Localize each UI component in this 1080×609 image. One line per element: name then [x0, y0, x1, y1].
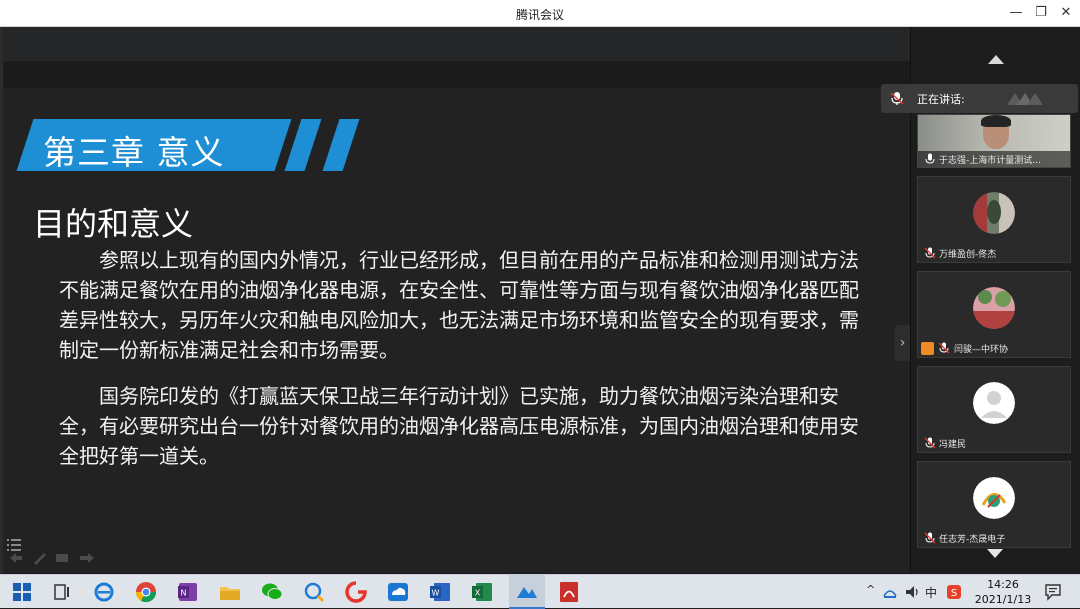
chapter-title: 第三章 意义	[43, 133, 225, 172]
title-bar: 腾讯会议 — ❐ ✕	[0, 0, 1080, 27]
svg-text:W: W	[432, 589, 440, 598]
onenote-icon[interactable]: N	[176, 580, 200, 604]
file-explorer-icon[interactable]	[218, 580, 242, 604]
participant-name: 万维盈创-佟杰	[939, 250, 997, 260]
tencent-meeting-watermark-icon	[1007, 93, 1043, 105]
participant-name: 于志强-上海市计量测试...	[939, 156, 1041, 166]
slide-paragraph-1: 参照以上现有的国内外情况，行业已经形成，但目前在用的产品标准和检测用测试方法不能…	[59, 248, 859, 362]
slide-tools-icon[interactable]	[8, 551, 98, 565]
windows-taskbar: N W X ^ 中 S 14:26 2021/1/13	[0, 574, 1080, 609]
microphone-icon	[925, 153, 935, 164]
speaker-icon[interactable]	[904, 584, 920, 600]
participant-name: 冯建民	[939, 440, 967, 450]
cloud-drive-icon[interactable]	[386, 580, 410, 604]
default-avatar-icon	[973, 382, 1015, 424]
excel-icon[interactable]: X	[470, 580, 494, 604]
svg-text:S: S	[951, 588, 957, 599]
host-badge-icon	[921, 342, 934, 355]
participant-tile[interactable]: 闫骏—中环协	[917, 271, 1071, 358]
speaking-label: 正在讲话:	[917, 93, 965, 106]
slide-paragraph-2: 国务院印发的《打赢蓝天保卫战三年行动计划》已实施，助力餐饮油烟污染治理和安全，有…	[59, 384, 859, 468]
task-view-icon[interactable]	[50, 580, 74, 604]
network-icon[interactable]	[882, 584, 898, 600]
windows-start-icon[interactable]	[10, 580, 34, 604]
ime-indicator[interactable]: 中	[925, 584, 937, 601]
window-title: 腾讯会议	[515, 8, 564, 22]
scroll-up-icon[interactable]	[988, 55, 1004, 64]
tray-expand-icon[interactable]: ^	[866, 583, 875, 596]
participant-namebar: 于志强-上海市计量测试...	[918, 151, 1070, 167]
participant-name: 闫骏—中环协	[954, 345, 1009, 355]
input-method-icon[interactable]: S	[946, 584, 962, 600]
participant-tile[interactable]: 任志芳-杰晟电子	[917, 461, 1071, 548]
speaking-indicator: 正在讲话:	[881, 84, 1078, 113]
scroll-down-icon[interactable]	[987, 549, 1003, 558]
participant-hair	[981, 115, 1011, 127]
slide-heading: 目的和意义	[33, 205, 194, 243]
microphone-muted-icon	[924, 247, 936, 259]
participant-namebar: 万维盈创-佟杰	[918, 244, 1070, 262]
banner-stripe-1	[284, 119, 322, 171]
svg-text:X: X	[475, 589, 481, 598]
word-icon[interactable]: W	[428, 580, 452, 604]
search-app-icon[interactable]	[302, 580, 326, 604]
participant-tile[interactable]: 冯建民	[917, 366, 1071, 453]
pdf-reader-icon[interactable]	[557, 580, 581, 604]
microphone-muted-icon	[924, 532, 936, 544]
svg-text:N: N	[181, 589, 187, 598]
avatar	[973, 192, 1015, 234]
minimize-button[interactable]: —	[1006, 4, 1026, 22]
maximize-button[interactable]: ❐	[1031, 4, 1051, 22]
chrome-icon[interactable]	[134, 580, 158, 604]
participant-name: 任志芳-杰晟电子	[939, 535, 1006, 545]
collapse-panel-button[interactable]: ›	[895, 325, 910, 361]
participant-tile-video[interactable]: 于志强-上海市计量测试...	[917, 114, 1071, 168]
screen-top-band	[0, 27, 910, 61]
presentation-slide: 第三章 意义 目的和意义 参照以上现有的国内外情况，行业已经形成，但目前在用的产…	[3, 88, 910, 573]
microphone-muted-icon	[938, 342, 950, 354]
participant-namebar: 闫骏—中环协	[918, 339, 1070, 357]
browser-app-icon[interactable]	[344, 580, 368, 604]
close-button[interactable]: ✕	[1056, 4, 1076, 22]
participant-tile[interactable]: 万维盈创-佟杰	[917, 176, 1071, 263]
avatar	[973, 477, 1015, 519]
taskbar-clock[interactable]: 14:26 2021/1/13	[974, 577, 1032, 607]
microphone-muted-icon	[924, 437, 936, 449]
banner-stripe-2	[322, 119, 360, 171]
participant-namebar: 任志芳-杰晟电子	[918, 529, 1070, 547]
participant-namebar: 冯建民	[918, 434, 1070, 452]
notification-center-icon[interactable]	[1044, 583, 1062, 601]
tencent-meeting-icon[interactable]	[515, 580, 539, 604]
microphone-icon	[890, 92, 904, 105]
clock-time: 14:26	[987, 578, 1019, 591]
avatar	[973, 287, 1015, 329]
clock-date: 2021/1/13	[974, 593, 1032, 606]
internet-explorer-icon[interactable]	[92, 580, 116, 604]
shared-screen-area: 第三章 意义 目的和意义 参照以上现有的国内外情况，行业已经形成，但目前在用的产…	[0, 27, 910, 574]
list-menu-icon[interactable]	[7, 538, 21, 552]
wechat-icon[interactable]	[260, 580, 284, 604]
